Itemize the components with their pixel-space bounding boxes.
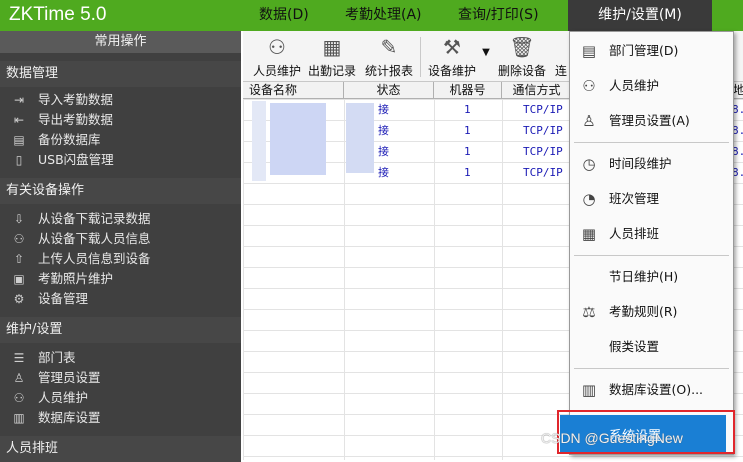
shift-icon: ◔ bbox=[582, 190, 596, 208]
menu-item-leave-types[interactable]: 假类设置 bbox=[570, 332, 733, 362]
menu-separator bbox=[574, 368, 729, 369]
sidebar-item-backup[interactable]: ▤ 备份数据库 bbox=[10, 130, 100, 150]
sidebar: 常用操作 数据管理 ⇥ 导入考勤数据 ⇤ 导出考勤数据 ▤ 备份数据库 ▯ USB闪盘管… bbox=[0, 31, 241, 462]
sidebar-item-usb[interactable]: ▯ USB闪盘管理 bbox=[10, 150, 114, 170]
menu-item-department[interactable]: ▤ 部门管理(D) bbox=[570, 36, 733, 66]
people-icon: ⚇ bbox=[13, 391, 25, 405]
menu-query-print[interactable]: 查询/打印(S) bbox=[458, 0, 539, 31]
column-divider bbox=[502, 99, 503, 460]
sidebar-item-download-records[interactable]: ⇩ 从设备下载记录数据 bbox=[10, 209, 151, 229]
menu-item-personnel[interactable]: ⚇ 人员维护 bbox=[570, 71, 733, 101]
sidebar-section-device-ops[interactable]: 有关设备操作 bbox=[0, 178, 241, 204]
redacted-device-name bbox=[252, 101, 266, 181]
database-icon: ▥ bbox=[581, 381, 597, 399]
toolbar-delete-device-button[interactable]: 🗑 删除设备 bbox=[496, 34, 548, 79]
people-icon: ⚇ bbox=[582, 77, 596, 95]
import-icon: ⇥ bbox=[13, 93, 25, 107]
admin-icon: ♙ bbox=[13, 371, 25, 385]
menu-item-admin[interactable]: ♙ 管理员设置(A) bbox=[570, 106, 733, 136]
export-icon: ⇤ bbox=[13, 113, 25, 127]
clock-icon: ◷ bbox=[582, 155, 596, 173]
comm-mode-cell: TCP/IP bbox=[523, 124, 563, 137]
status-cell: 接 bbox=[378, 145, 389, 158]
column-address[interactable]: 地址 bbox=[733, 82, 743, 98]
column-device-name[interactable]: 设备名称 bbox=[243, 82, 344, 98]
machine-no-cell: 1 bbox=[464, 103, 471, 116]
photo-icon: ▣ bbox=[13, 272, 25, 286]
upload-users-icon: ⇧ bbox=[13, 252, 25, 266]
toolbar-connect-button[interactable]: 连 bbox=[555, 34, 567, 79]
sidebar-item-admin[interactable]: ♙ 管理员设置 bbox=[10, 368, 101, 388]
admin-icon: ♙ bbox=[582, 112, 596, 130]
watermark: CSDN @GuestingNew bbox=[541, 430, 683, 446]
sidebar-item-download-users[interactable]: ⚇ 从设备下载人员信息 bbox=[10, 229, 151, 249]
machine-no-cell: 1 bbox=[464, 145, 471, 158]
comm-mode-cell: TCP/IP bbox=[523, 166, 563, 179]
download-users-icon: ⚇ bbox=[13, 232, 25, 246]
usb-icon: ▯ bbox=[15, 153, 23, 167]
gear-icon: ⚙ bbox=[13, 292, 25, 306]
menu-item-scheduling[interactable]: ▦ 人员排班 bbox=[570, 219, 733, 249]
database-icon: ▥ bbox=[13, 411, 25, 425]
sidebar-section-data-mgmt[interactable]: 数据管理 bbox=[0, 61, 241, 87]
status-cell: 接 bbox=[378, 103, 389, 116]
machine-no-cell: 1 bbox=[464, 124, 471, 137]
menu-attendance[interactable]: 考勤处理(A) bbox=[345, 0, 422, 31]
rules-icon: ⚖ bbox=[582, 303, 596, 321]
sidebar-item-db-settings[interactable]: ▥ 数据库设置 bbox=[10, 408, 100, 428]
sidebar-common-ops-title: 常用操作 bbox=[0, 31, 241, 53]
connect-icon bbox=[555, 34, 567, 60]
sidebar-item-photos[interactable]: ▣ 考勤照片维护 bbox=[10, 269, 113, 289]
people-icon: ⚇ bbox=[268, 35, 286, 59]
download-records-icon: ⇩ bbox=[13, 212, 25, 226]
sidebar-item-device-mgmt[interactable]: ⚙ 设备管理 bbox=[10, 289, 88, 309]
menu-data[interactable]: 数据(D) bbox=[259, 0, 309, 31]
edit-report-icon: ✎ bbox=[380, 35, 398, 59]
toolbar-personnel-button[interactable]: ⚇ 人员维护 bbox=[252, 34, 302, 79]
menu-item-holidays[interactable]: 节日维护(H) bbox=[570, 262, 733, 292]
department-icon: ▤ bbox=[581, 42, 597, 60]
title-menu-bar: ZKTime 5.0 数据(D) 考勤处理(A) 查询/打印(S) 维护/设置(… bbox=[0, 0, 743, 31]
comm-mode-cell: TCP/IP bbox=[523, 145, 563, 158]
sidebar-item-upload-users[interactable]: ⇧ 上传人员信息到设备 bbox=[10, 249, 151, 269]
toolbar-attendance-records-button[interactable]: ▦ 出勤记录 bbox=[307, 34, 357, 79]
menu-item-db-settings[interactable]: ▥ 数据库设置(O)... bbox=[570, 375, 733, 405]
menu-item-shift[interactable]: ◔ 班次管理 bbox=[570, 184, 733, 214]
column-comm-mode[interactable]: 通信方式 bbox=[502, 82, 572, 98]
toolbar-device-maintenance-button[interactable]: ⚒ 设备维护 bbox=[426, 34, 478, 79]
menu-item-timeslot[interactable]: ◷ 时间段维护 bbox=[570, 149, 733, 179]
redacted-device-name bbox=[270, 103, 326, 175]
sidebar-item-import[interactable]: ⇥ 导入考勤数据 bbox=[10, 90, 113, 110]
maintenance-settings-dropdown: ▤ 部门管理(D) ⚇ 人员维护 ♙ 管理员设置(A) ◷ 时间段维护 ◔ 班次管理 ▦ 人… bbox=[569, 31, 734, 455]
sidebar-section-maintenance[interactable]: 维护/设置 bbox=[0, 317, 241, 343]
app-title: ZKTime 5.0 bbox=[9, 4, 107, 25]
trash-icon: 🗑 bbox=[509, 35, 535, 59]
menu-maintenance-settings[interactable]: 维护/设置(M) bbox=[568, 0, 712, 31]
sidebar-item-department[interactable]: ☰ 部门表 bbox=[10, 348, 76, 368]
status-cell: 接 bbox=[378, 124, 389, 137]
status-cell: 接 bbox=[378, 166, 389, 179]
menu-separator bbox=[574, 255, 729, 256]
chevron-down-icon[interactable]: ▼ bbox=[481, 47, 491, 58]
toolbar-separator bbox=[420, 37, 421, 77]
device-wrench-icon: ⚒ bbox=[443, 35, 461, 59]
comm-mode-cell: TCP/IP bbox=[523, 103, 563, 116]
column-machine-no[interactable]: 机器号 bbox=[434, 82, 502, 98]
toolbar-reports-button[interactable]: ✎ 统计报表 bbox=[362, 34, 416, 79]
schedule-icon: ▦ bbox=[581, 225, 597, 243]
column-status[interactable]: 状态 bbox=[344, 82, 434, 98]
sidebar-section-scheduling[interactable]: 人员排班 bbox=[0, 436, 241, 462]
redacted-status bbox=[346, 103, 374, 173]
column-divider bbox=[344, 99, 345, 460]
column-divider bbox=[434, 99, 435, 460]
menu-item-attendance-rules[interactable]: ⚖ 考勤规则(R) bbox=[570, 297, 733, 327]
records-icon: ▦ bbox=[322, 35, 342, 59]
menu-separator bbox=[574, 142, 729, 143]
list-icon: ☰ bbox=[13, 351, 25, 365]
sidebar-item-export[interactable]: ⇤ 导出考勤数据 bbox=[10, 110, 113, 130]
machine-no-cell: 1 bbox=[464, 166, 471, 179]
database-backup-icon: ▤ bbox=[13, 133, 25, 147]
sidebar-item-personnel[interactable]: ⚇ 人员维护 bbox=[10, 388, 88, 408]
